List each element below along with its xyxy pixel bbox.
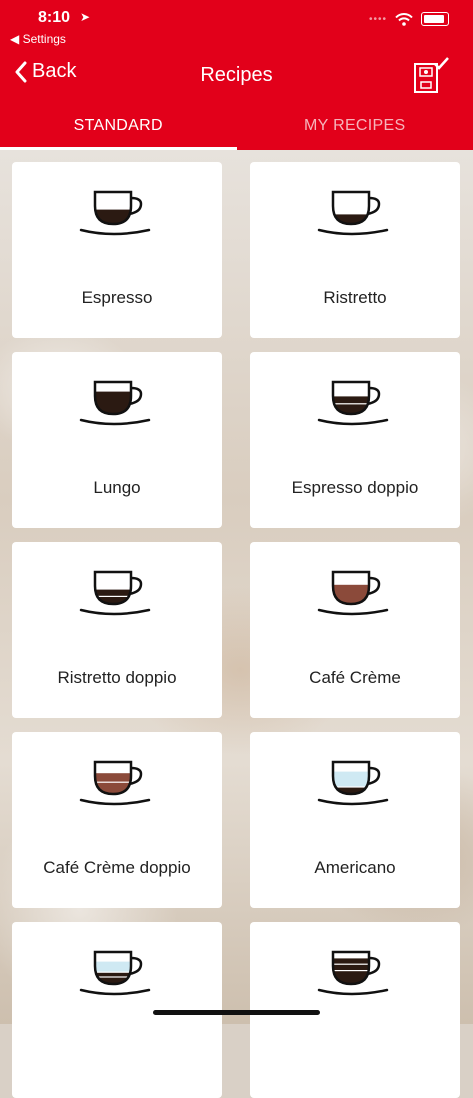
tab-my-recipes[interactable]: MY RECIPES (237, 102, 473, 150)
recipe-card[interactable]: Americano (250, 732, 460, 908)
recipe-name: Americano (250, 858, 460, 878)
ristretto-doppio-cup-icon (77, 566, 157, 622)
header: 8:10 ➤ ◀ Settings •••• Back Recipes STAN… (0, 0, 473, 150)
home-indicator (153, 1010, 320, 1015)
recipe-name: Ristretto doppio (12, 668, 222, 688)
status-icons: •••• (369, 12, 449, 26)
recipe-card[interactable]: Café Crème (250, 542, 460, 718)
recipe-card[interactable]: Ristretto doppio (12, 542, 222, 718)
tab-bar: STANDARD MY RECIPES (0, 102, 473, 150)
page-title: Recipes (0, 64, 473, 87)
coffee-machine-check-icon[interactable] (411, 56, 451, 96)
recipe-name: Lungo (12, 478, 222, 498)
recipe-name: Ristretto (250, 288, 460, 308)
americano-cup-icon (315, 756, 395, 812)
wifi-icon (395, 13, 413, 26)
recipe-card[interactable]: Lungo (12, 352, 222, 528)
cafe-creme-cup-icon (315, 566, 395, 622)
recipe-card[interactable]: Espresso doppio (250, 352, 460, 528)
recipe-card[interactable]: Café Crème doppio (12, 732, 222, 908)
recipe-name: Espresso doppio (250, 478, 460, 498)
recipe-name: Café Crème (250, 668, 460, 688)
recipe-name: Café Crème doppio (12, 858, 222, 878)
recipe-card[interactable]: Espresso (12, 162, 222, 338)
signal-icon: •••• (369, 14, 387, 25)
recipe-name: Espresso (12, 288, 222, 308)
layered-cup-icon (315, 946, 395, 1002)
americano-doppio-cup-icon (77, 946, 157, 1002)
espresso-cup-icon (77, 186, 157, 242)
location-arrow-icon: ➤ (80, 10, 90, 24)
status-back-to-app[interactable]: ◀ Settings (10, 32, 66, 46)
espresso-doppio-cup-icon (315, 376, 395, 432)
status-back-label: Settings (23, 32, 66, 46)
status-time: 8:10 (38, 9, 70, 27)
battery-icon (421, 12, 449, 26)
tab-standard[interactable]: STANDARD (0, 102, 237, 150)
cafe-creme-doppio-cup-icon (77, 756, 157, 812)
recipe-card[interactable]: Ristretto (250, 162, 460, 338)
ristretto-cup-icon (315, 186, 395, 242)
lungo-cup-icon (77, 376, 157, 432)
